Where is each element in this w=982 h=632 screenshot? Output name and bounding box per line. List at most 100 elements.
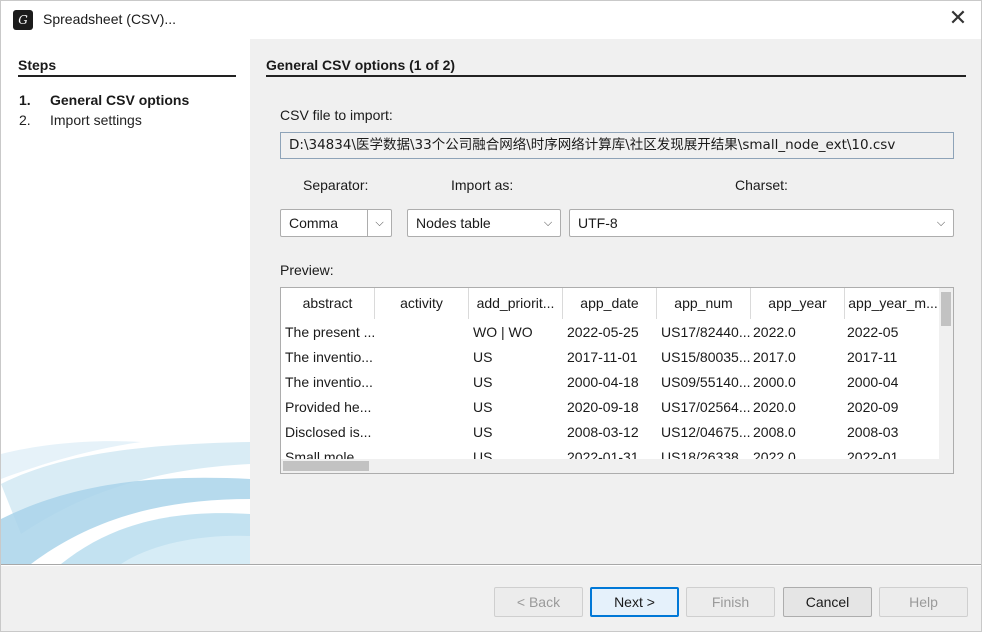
table-cell: 2000-04-18 [567, 374, 639, 390]
table-cell: 2017.0 [753, 349, 796, 365]
preview-label: Preview: [280, 262, 334, 278]
table-cell: 2020.0 [753, 399, 796, 415]
step-label: Import settings [50, 112, 142, 128]
table-row[interactable]: The present ... WO | WO 2022-05-25 US17/… [281, 320, 941, 345]
table-body: The present ... WO | WO 2022-05-25 US17/… [281, 320, 941, 460]
main-panel: General CSV options (1 of 2) CSV file to… [250, 39, 981, 564]
table-cell: 2020-09-18 [567, 399, 639, 415]
horizontal-scrollbar-thumb[interactable] [283, 461, 369, 471]
table-cell: WO | WO [473, 324, 533, 340]
table-row[interactable]: Provided he... US 2020-09-18 US17/02564.… [281, 395, 941, 420]
table-cell: US15/80035... [661, 349, 751, 365]
vertical-scrollbar-thumb[interactable] [941, 292, 951, 326]
cancel-button[interactable]: Cancel [783, 587, 872, 617]
table-cell: Provided he... [285, 399, 372, 415]
table-cell: US [473, 424, 493, 440]
csv-file-path-field[interactable]: D:\34834\医学数据\33个公司融合网络\时序网络计算库\社区发现展开结果… [280, 132, 954, 159]
table-cell: 2022.0 [753, 449, 796, 460]
separator-combobox[interactable]: Comma ⌵ [280, 209, 392, 237]
table-header: abstract activity add_priorit... app_dat… [281, 288, 941, 319]
gephi-app-icon: G [13, 10, 33, 30]
column-header-app-year[interactable]: app_year [751, 288, 845, 319]
table-cell: The present ... [285, 324, 375, 340]
table-cell: 2022-01 [847, 449, 899, 460]
table-cell: US [473, 349, 493, 365]
next-button[interactable]: Next > [590, 587, 679, 617]
table-cell: The inventio... [285, 349, 373, 365]
table-cell: 2000-04 [847, 374, 899, 390]
table-cell: US [473, 374, 493, 390]
table-cell: US [473, 449, 493, 460]
table-row[interactable]: Disclosed is... US 2008-03-12 US12/04675… [281, 420, 941, 445]
table-cell: The inventio... [285, 374, 373, 390]
table-cell: 2017-11-01 [567, 349, 638, 365]
horizontal-scrollbar[interactable] [281, 459, 941, 473]
table-cell: 2000.0 [753, 374, 796, 390]
table-cell [375, 370, 469, 395]
column-header-app-year-month[interactable]: app_year_m... [845, 288, 941, 319]
preview-table[interactable]: abstract activity add_priorit... app_dat… [280, 287, 954, 474]
charset-value: UTF-8 [578, 215, 618, 231]
column-header-activity[interactable]: activity [375, 288, 469, 319]
table-cell: 2022-05-25 [567, 324, 639, 340]
file-label: CSV file to import: [280, 107, 393, 123]
finish-button[interactable]: Finish [686, 587, 775, 617]
table-cell [375, 420, 469, 445]
import-as-label: Import as: [451, 177, 514, 193]
table-cell: Disclosed is... [285, 424, 372, 440]
steps-panel: Steps 1. General CSV options 2. Import set… [1, 39, 250, 564]
chevron-down-icon[interactable]: ⌵ [536, 210, 560, 236]
table-cell: 2008-03 [847, 424, 899, 440]
window-title: Spreadsheet (CSV)... [43, 11, 177, 27]
table-row[interactable]: The inventio... US 2017-11-01 US15/80035… [281, 345, 941, 370]
column-header-add-priority[interactable]: add_priorit... [469, 288, 563, 319]
charset-combobox[interactable]: UTF-8 ⌵ [569, 209, 954, 237]
steps-title: Steps [18, 57, 236, 77]
table-row[interactable]: Small mole... US 2022-01-31 US18/26338..… [281, 445, 941, 460]
close-icon[interactable]: ✕ [943, 5, 973, 35]
import-as-combobox[interactable]: Nodes table ⌵ [407, 209, 561, 237]
decorative-swoosh-graphic [1, 441, 250, 564]
table-cell: US17/82440... [661, 324, 751, 340]
step-number: 2. [19, 112, 31, 128]
footer-divider [1, 564, 981, 566]
table-cell [375, 395, 469, 420]
back-button[interactable]: < Back [494, 587, 583, 617]
separator-value: Comma [289, 215, 339, 231]
table-row[interactable]: The inventio... US 2000-04-18 US09/55140… [281, 370, 941, 395]
table-cell: 2008-03-12 [567, 424, 639, 440]
column-header-app-num[interactable]: app_num [657, 288, 751, 319]
table-cell: 2017-11 [847, 349, 898, 365]
page-title: General CSV options (1 of 2) [266, 57, 966, 77]
chevron-down-icon[interactable]: ⌵ [367, 210, 391, 236]
table-cell: 2020-09 [847, 399, 899, 415]
table-cell: US09/55140... [661, 374, 751, 390]
step-number: 1. [19, 92, 31, 108]
table-cell: 2022-01-31 [567, 449, 639, 460]
title-bar: G Spreadsheet (CSV)... ✕ [1, 1, 981, 39]
import-dialog: G Spreadsheet (CSV)... ✕ Steps 1. General… [0, 0, 982, 632]
vertical-scrollbar[interactable] [939, 288, 953, 460]
step-import-settings: 2. Import settings [19, 112, 142, 128]
table-cell: Small mole... [285, 449, 366, 460]
table-cell: US12/04675... [661, 424, 751, 440]
table-cell: US17/02564... [661, 399, 751, 415]
charset-label: Charset: [735, 177, 788, 193]
scrollbar-corner [939, 459, 953, 473]
column-header-app-date[interactable]: app_date [563, 288, 657, 319]
help-button[interactable]: Help [879, 587, 968, 617]
column-header-abstract[interactable]: abstract [281, 288, 375, 319]
step-general-csv-options: 1. General CSV options [19, 92, 189, 108]
step-label: General CSV options [50, 92, 190, 108]
import-as-value: Nodes table [416, 215, 491, 231]
table-cell [375, 320, 469, 345]
chevron-down-icon[interactable]: ⌵ [929, 210, 953, 236]
table-cell: US18/26338... [661, 449, 751, 460]
table-cell: 2022-05 [847, 324, 899, 340]
table-cell: US [473, 399, 493, 415]
table-cell: 2022.0 [753, 324, 796, 340]
table-cell [375, 445, 469, 460]
table-cell: 2008.0 [753, 424, 796, 440]
table-cell [375, 345, 469, 370]
separator-label: Separator: [303, 177, 369, 193]
